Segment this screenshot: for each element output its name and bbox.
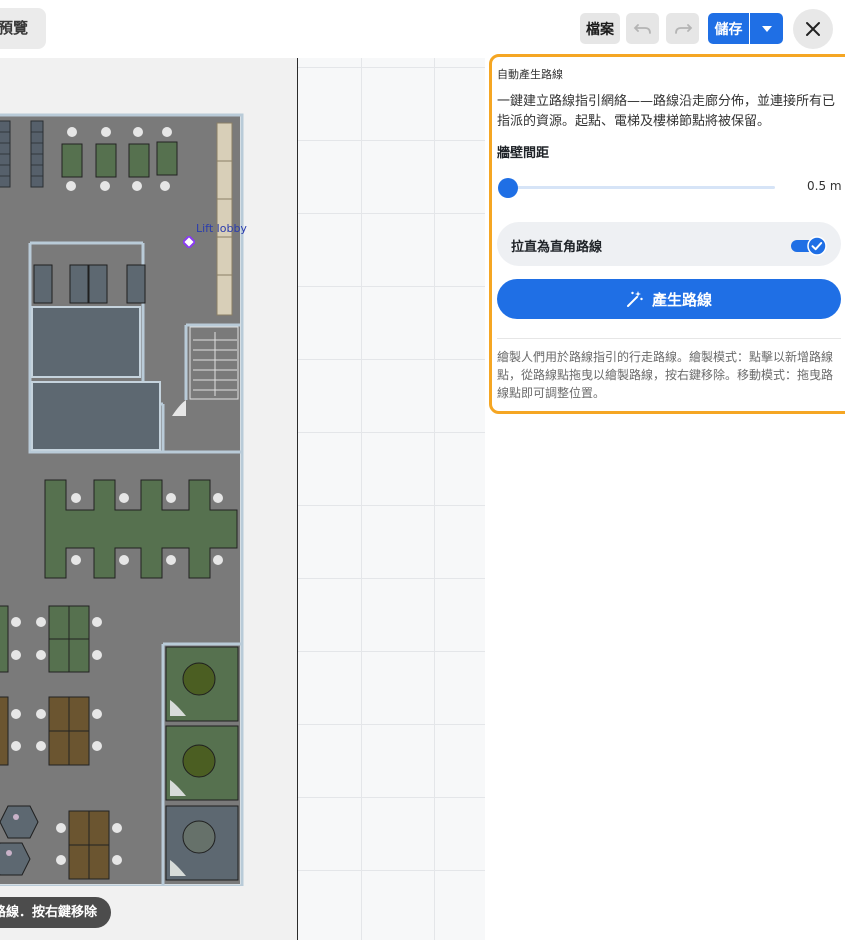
- panel-divider: [497, 338, 841, 339]
- right-cabinets: [216, 122, 233, 316]
- generate-routes-label: 產生路線: [651, 290, 712, 309]
- chevron-down-icon: [761, 25, 772, 32]
- undo-button[interactable]: [626, 13, 659, 44]
- generate-routes-button[interactable]: 產生路線: [497, 279, 841, 319]
- close-icon: [806, 22, 820, 36]
- stairs: [189, 326, 239, 400]
- canvas-hint: 路線．按右鍵移除: [0, 897, 111, 928]
- undo-icon: [633, 23, 651, 34]
- file-button[interactable]: 檔案: [580, 13, 620, 44]
- preview-button[interactable]: 預覽: [0, 8, 46, 49]
- close-button[interactable]: [793, 9, 833, 49]
- straighten-toggle[interactable]: [790, 236, 828, 256]
- lounge-chairs: [33, 264, 146, 304]
- wall-spacing-label: 牆壁間距: [497, 146, 550, 161]
- straighten-label: 拉直為直角路線: [511, 240, 603, 255]
- marker-label: Lift lobby: [196, 222, 247, 235]
- redo-button[interactable]: [666, 13, 699, 44]
- redo-icon: [674, 23, 692, 34]
- wall-spacing-value: 0.5 m: [807, 179, 842, 193]
- panel-help-text: 繪製人們用於路線指引的行走路線。繪製模式：點擊以新增路線點，從路線點拖曳以繪製路…: [497, 350, 834, 400]
- wall-spacing-slider[interactable]: [504, 186, 775, 189]
- panel-description: 一鍵建立路線指引網絡——路線沿走廊分佈，並連接所有已指派的資源。起點、電梯及樓梯…: [497, 94, 836, 129]
- save-button[interactable]: 儲存: [708, 13, 749, 44]
- magic-wand-icon: [626, 291, 643, 307]
- panel-title: 自動產生路線: [497, 68, 563, 81]
- wall-spacing-slider-handle[interactable]: [498, 178, 518, 198]
- waypoint-marker[interactable]: [183, 236, 195, 248]
- save-dropdown-button[interactable]: [750, 13, 783, 44]
